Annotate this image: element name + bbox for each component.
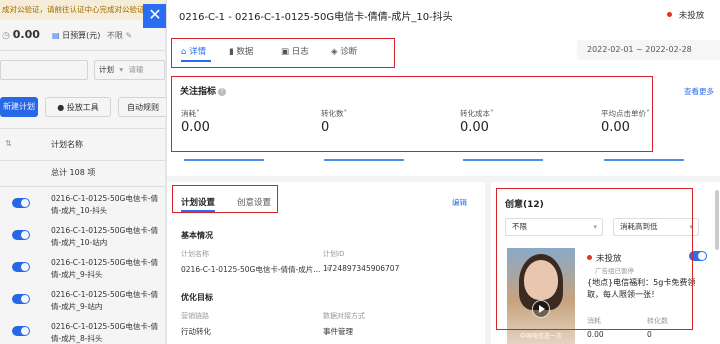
scrollbar[interactable] xyxy=(715,190,719,250)
field-value: 行动转化 xyxy=(181,327,211,336)
view-more-link[interactable]: 查看更多 xyxy=(684,86,714,97)
metric-trend-line xyxy=(463,159,543,161)
metric-trend-line xyxy=(184,159,264,161)
plan-status-text: 未投放 xyxy=(678,11,705,21)
highlight-settings-tabs xyxy=(172,185,278,213)
creative-metric-value: 0 xyxy=(647,330,652,339)
drawer-title: 0216-C-1 - 0216-C-1-0125-50G电信卡-倩倩-成片_10… xyxy=(179,12,453,23)
metric-trend-line xyxy=(324,159,404,161)
field-label: 营销链路 xyxy=(181,312,209,320)
section-divider xyxy=(167,176,720,182)
optimize-title: 优化目标 xyxy=(181,293,213,302)
basic-info-title: 基本情况 xyxy=(181,231,213,240)
edit-link[interactable]: 编辑 xyxy=(452,197,467,208)
highlight-metrics xyxy=(171,76,653,152)
plan-detail-drawer: 0216-C-1 - 0216-C-1-0125-50G电信卡-倩倩-成片_10… xyxy=(166,0,720,344)
field-label: 计划ID xyxy=(323,250,345,258)
close-icon[interactable]: ✕ xyxy=(143,4,167,28)
field-label: 数据对接方式 xyxy=(323,312,365,320)
plan-name-value: 0216-C-1-0125-50G电信卡-倩倩-成片... xyxy=(181,265,321,274)
field-value: 0216-C-1-0125-50G电信卡-倩倩-成片... ✎ xyxy=(181,264,332,275)
thumbnail-caption: 中国电信送一次 xyxy=(519,333,562,340)
highlight-creative xyxy=(496,188,693,330)
highlight-tabs xyxy=(171,38,395,68)
column-divider xyxy=(485,182,491,344)
field-label: 计划名称 xyxy=(181,250,209,258)
creative-metric-value: 0.00 xyxy=(587,330,604,339)
plan-id-value: 1724897345906707 xyxy=(323,264,400,273)
plan-status: 未投放 xyxy=(667,9,704,21)
metric-trend-line xyxy=(604,159,684,161)
date-range-picker[interactable]: 2022-02-01 ~ 2022-02-28 xyxy=(577,40,720,60)
status-dot-icon xyxy=(667,12,672,17)
field-value: 事件管理 xyxy=(323,327,353,336)
